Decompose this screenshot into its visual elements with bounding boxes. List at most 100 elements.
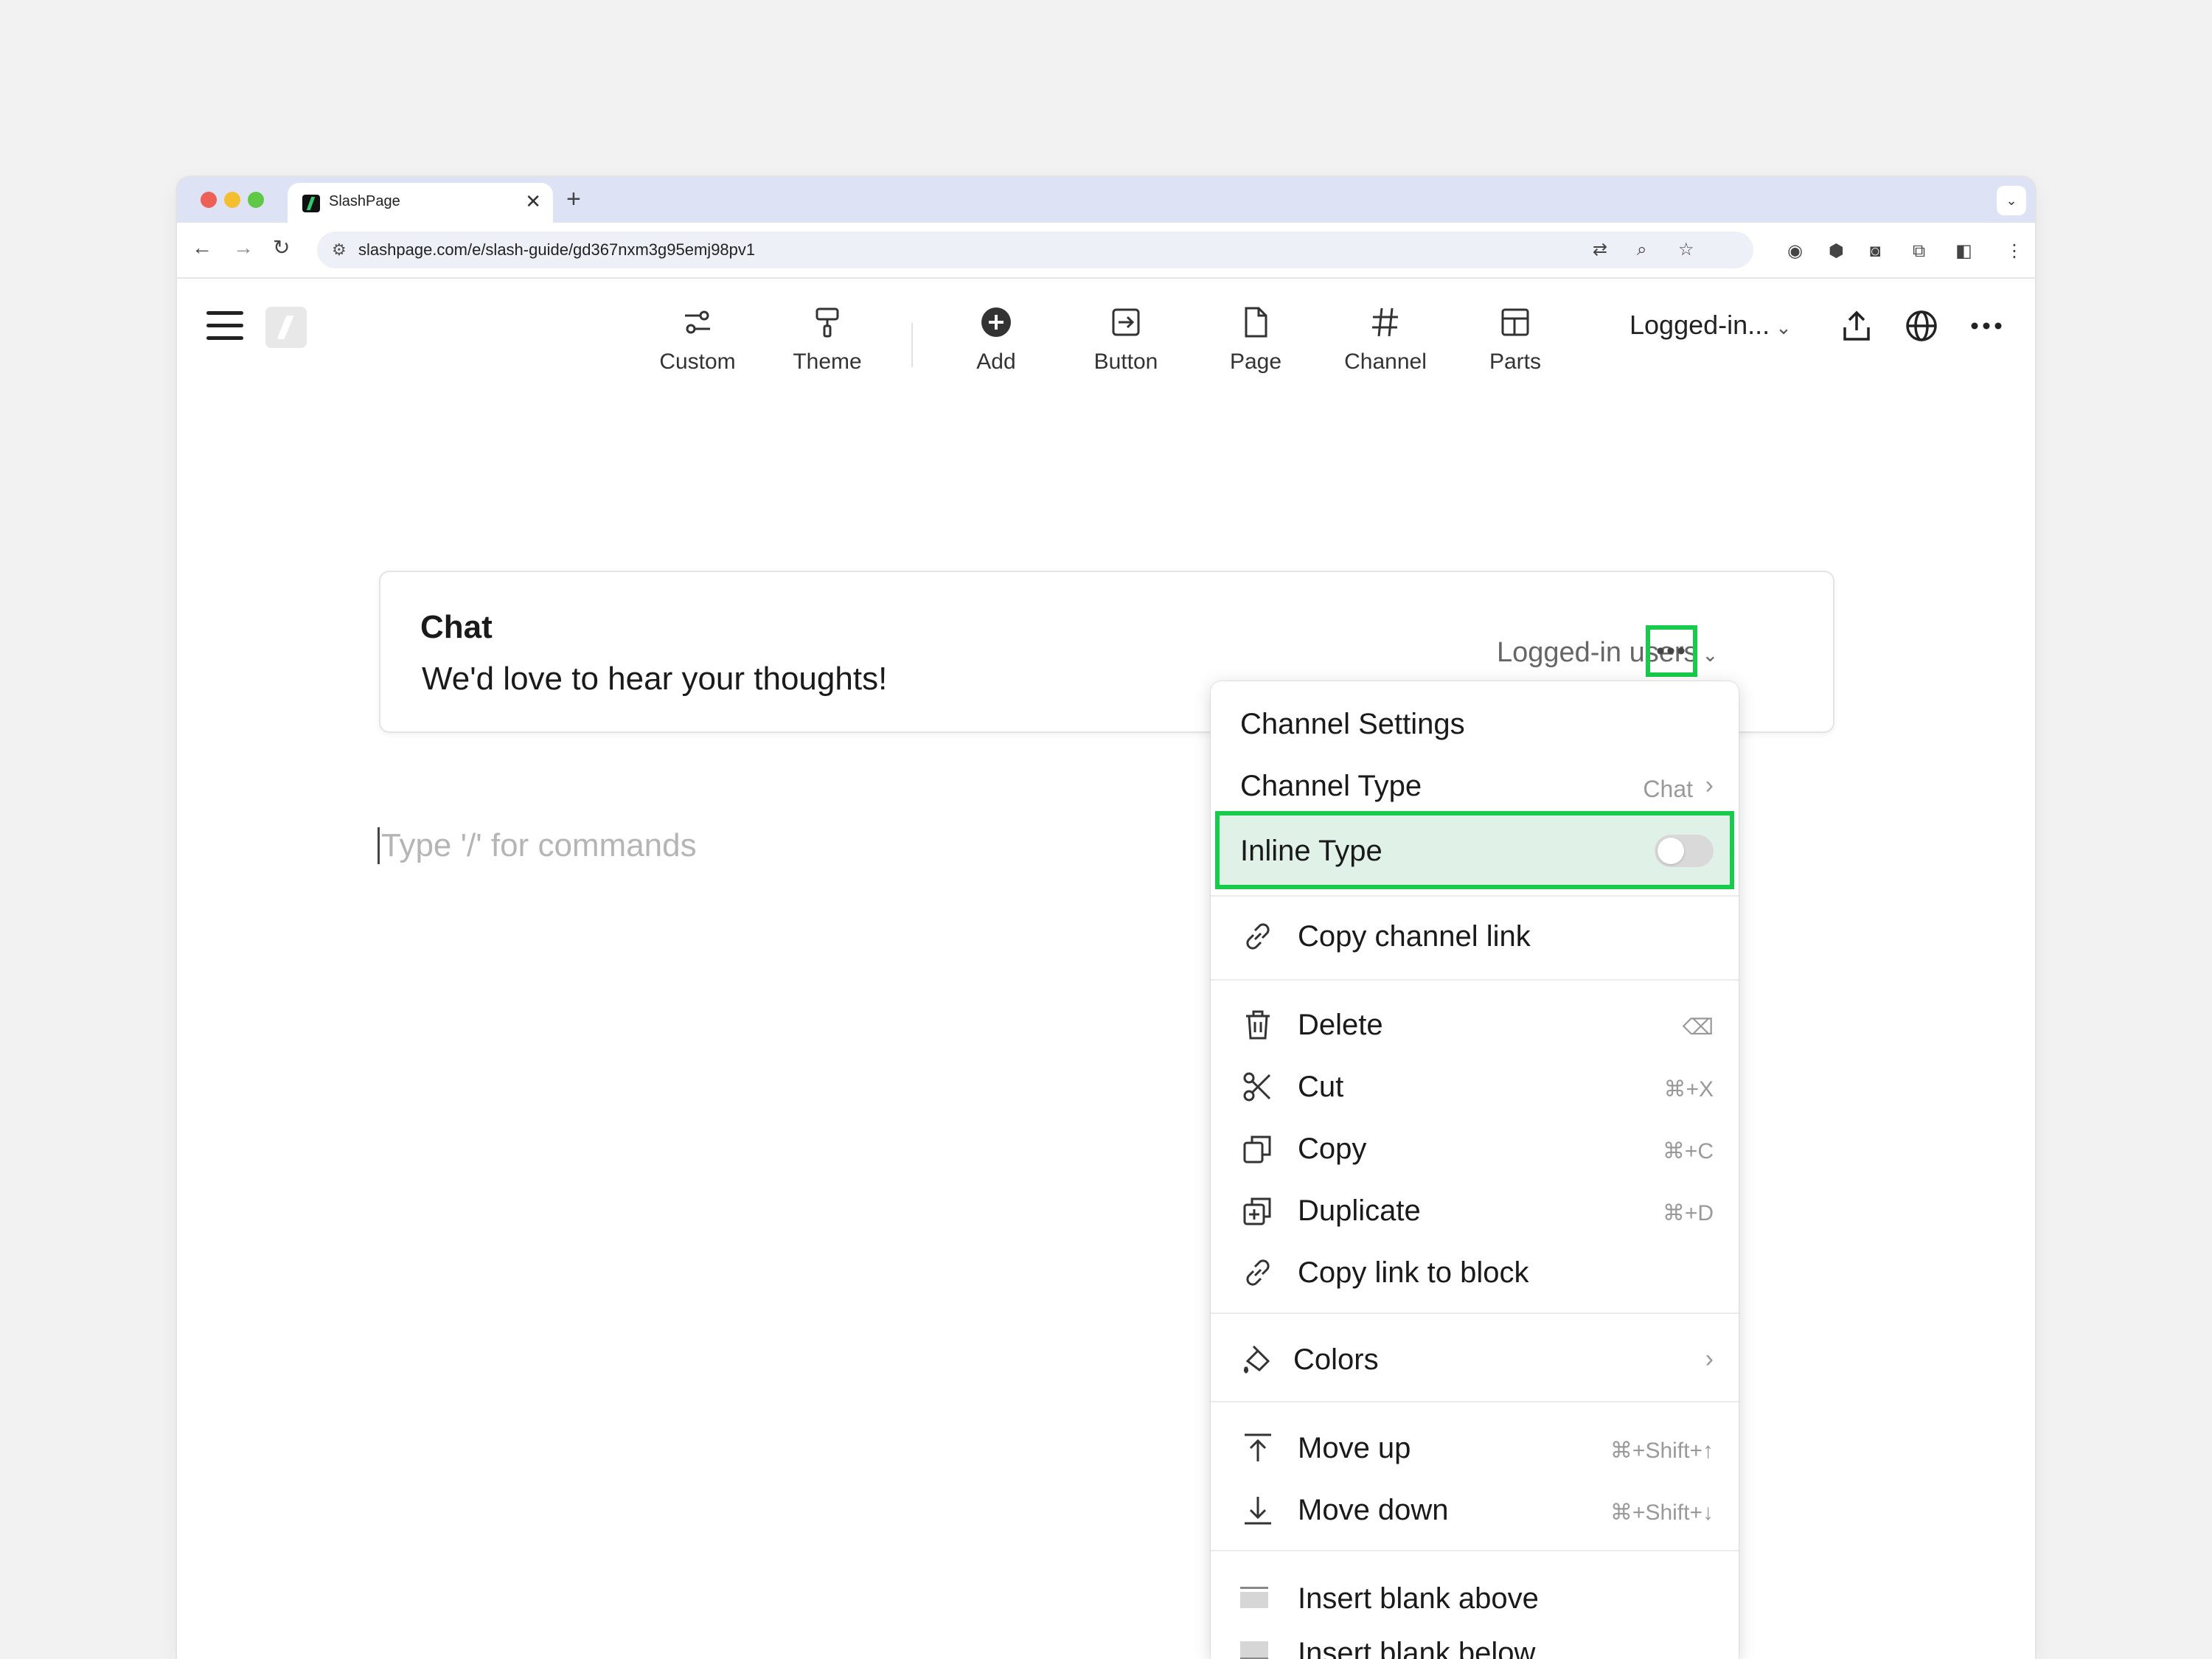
arrow-up-icon — [1245, 1433, 1271, 1461]
reload-icon[interactable]: ↻ — [273, 233, 290, 262]
ellipsis-icon: ••• — [1656, 637, 1687, 665]
trash-icon — [1246, 1010, 1270, 1040]
sliders-icon — [685, 310, 710, 334]
insert-above-icon — [1240, 1587, 1268, 1609]
tool-page-label: Page — [1229, 349, 1282, 374]
menu-inline-type-label: Inline Type — [1240, 835, 1382, 867]
menu-cut[interactable]: Cut ⌘+X — [1211, 1057, 1739, 1116]
tab-strip: SlashPage ✕ + ⌄ — [177, 177, 2035, 223]
url-text[interactable]: slashpage.com/e/slash-guide/gd367nxm3g95… — [358, 240, 755, 260]
window-close-button[interactable] — [201, 192, 217, 208]
duplicate-icon — [1243, 1197, 1271, 1225]
more-options-icon[interactable] — [1969, 308, 2004, 347]
browser-tab[interactable]: SlashPage ✕ — [288, 183, 553, 223]
menu-duplicate-label: Duplicate — [1298, 1194, 1421, 1227]
visibility-select-value: Logged-in... — [1630, 310, 1770, 340]
browser-menu-icon[interactable]: ⋮ — [2006, 240, 2023, 262]
chevron-right-icon: › — [1705, 771, 1714, 799]
tool-custom[interactable]: Custom — [642, 305, 753, 375]
tool-add[interactable]: Add — [941, 305, 1051, 375]
back-arrow-icon[interactable]: ← — [192, 233, 212, 262]
tool-channel-label: Channel — [1344, 349, 1427, 374]
menu-move-up-label: Move up — [1298, 1432, 1411, 1464]
chevron-down-icon: ⌄ — [1775, 316, 1792, 338]
tool-parts[interactable]: Parts — [1460, 305, 1571, 375]
block-more-button[interactable]: ••• — [1646, 625, 1697, 677]
menu-insert-blank-above[interactable]: Insert blank above — [1211, 1569, 1739, 1628]
window-minimize-button[interactable] — [224, 192, 240, 208]
menu-delete[interactable]: Delete ⌫ — [1211, 995, 1739, 1054]
tool-channel[interactable]: Channel — [1330, 305, 1441, 375]
app-canvas: Custom Theme Add Button Page Channel Par… — [177, 279, 2035, 1659]
camera-icon[interactable]: ◙ — [1870, 240, 1881, 262]
menu-move-down-shortcut: ⌘+Shift+↓ — [1610, 1500, 1714, 1525]
tool-theme[interactable]: Theme — [772, 305, 883, 375]
globe-icon[interactable] — [1904, 308, 1939, 347]
extension-1-icon[interactable]: ◉ — [1787, 240, 1803, 262]
menu-duplicate-shortcut: ⌘+D — [1662, 1201, 1714, 1225]
tool-button[interactable]: Button — [1071, 305, 1181, 375]
visibility-select[interactable]: Logged-in... ⌄ — [1630, 310, 1792, 341]
window-maximize-button[interactable] — [248, 192, 264, 208]
menu-delete-label: Delete — [1298, 1009, 1383, 1041]
menu-copy[interactable]: Copy ⌘+C — [1211, 1119, 1739, 1178]
tool-add-label: Add — [976, 349, 1016, 374]
extensions-puzzle-icon[interactable]: ⧉ — [1913, 240, 1925, 262]
arrow-down-icon — [1245, 1497, 1271, 1525]
link-icon — [1246, 1259, 1270, 1286]
scissors-icon — [1243, 1072, 1271, 1102]
insert-below-icon — [1240, 1641, 1268, 1659]
menu-channel-type[interactable]: Channel Type Chat › — [1211, 757, 1739, 815]
extension-2-icon[interactable]: ⬢ — [1829, 240, 1844, 262]
menu-divider — [1211, 1401, 1739, 1402]
menu-duplicate[interactable]: Duplicate ⌘+D — [1211, 1181, 1739, 1240]
hash-icon — [1372, 307, 1398, 337]
menu-copy-shortcut: ⌘+C — [1662, 1139, 1714, 1164]
menu-move-up[interactable]: Move up ⌘+Shift+↑ — [1211, 1419, 1739, 1478]
menu-channel-type-value: Chat — [1643, 776, 1693, 802]
menu-copy-link-to-block[interactable]: Copy link to block — [1211, 1243, 1739, 1302]
paint-bucket-icon — [1244, 1345, 1270, 1374]
toolbar-divider — [911, 323, 913, 367]
backspace-icon: ⌫ — [1682, 1015, 1714, 1040]
menu-colors[interactable]: Colors › — [1211, 1330, 1739, 1389]
address-bar[interactable]: ⚙ slashpage.com/e/slash-guide/gd367nxm3g… — [317, 232, 1753, 268]
chat-subtitle[interactable]: We'd love to hear your thoughts! — [422, 661, 887, 698]
editor-input[interactable]: Type '/' for commands — [378, 827, 697, 864]
menu-copy-label: Copy — [1298, 1133, 1367, 1165]
menu-channel-settings[interactable]: Channel Settings — [1211, 695, 1739, 754]
tab-close-icon[interactable]: ✕ — [525, 190, 541, 212]
forward-arrow-icon[interactable]: → — [233, 233, 254, 262]
new-tab-button[interactable]: + — [566, 184, 581, 214]
menu-insert-blank-below-label: Insert blank below — [1298, 1637, 1536, 1659]
tool-custom-label: Custom — [659, 349, 736, 374]
tab-search-chevron-icon[interactable]: ⌄ — [1997, 186, 2026, 215]
chat-title: Chat — [420, 609, 493, 645]
tool-page[interactable]: Page — [1200, 305, 1311, 375]
menu-channel-settings-label: Channel Settings — [1240, 708, 1465, 740]
tool-parts-label: Parts — [1489, 349, 1542, 374]
share-upload-icon[interactable] — [1839, 308, 1874, 347]
menu-insert-blank-below[interactable]: Insert blank below — [1211, 1624, 1739, 1659]
menu-move-down-label: Move down — [1298, 1494, 1449, 1526]
slashpage-favicon-icon — [302, 195, 320, 212]
inline-type-toggle[interactable] — [1655, 835, 1714, 867]
toggle-knob — [1658, 838, 1684, 864]
translate-icon[interactable]: ⇄ — [1593, 239, 1607, 261]
menu-copy-channel-link-label: Copy channel link — [1298, 920, 1531, 953]
site-info-icon[interactable]: ⚙ — [332, 239, 347, 261]
link-icon — [1246, 923, 1270, 950]
menu-copy-channel-link[interactable]: Copy channel link — [1211, 907, 1739, 966]
slashpage-logo[interactable] — [265, 307, 307, 348]
bookmark-star-icon[interactable]: ☆ — [1678, 239, 1694, 261]
menu-divider — [1211, 1550, 1739, 1551]
layout-icon — [1501, 308, 1529, 336]
hamburger-menu-icon[interactable] — [206, 311, 243, 341]
side-panel-icon[interactable]: ◧ — [1955, 240, 1972, 262]
zoom-icon[interactable]: ⌕ — [1637, 239, 1646, 261]
plus-circle-icon — [981, 307, 1011, 337]
menu-copy-link-to-block-label: Copy link to block — [1298, 1256, 1529, 1289]
menu-cut-shortcut: ⌘+X — [1663, 1077, 1714, 1102]
menu-move-down[interactable]: Move down ⌘+Shift+↓ — [1211, 1481, 1739, 1540]
menu-inline-type[interactable]: Inline Type — [1215, 811, 1734, 889]
